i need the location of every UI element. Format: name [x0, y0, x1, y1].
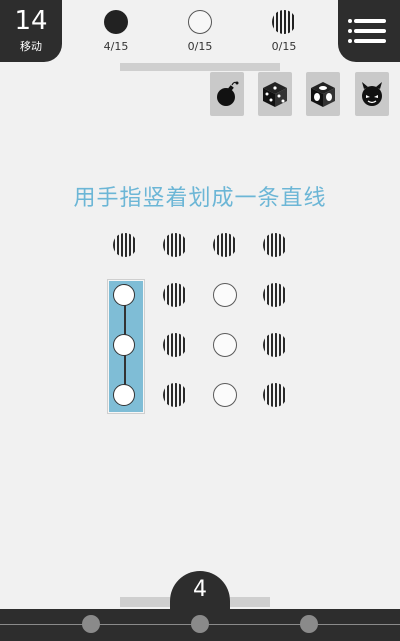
bomb-icon: [217, 81, 239, 106]
bottom-progress-left: [120, 597, 170, 607]
instruction-text: 用手指竖着划成一条直线: [73, 186, 327, 211]
white-dot[interactable]: [213, 333, 237, 357]
striped-dot[interactable]: [263, 233, 287, 257]
goal-striped-value: 0/15: [271, 40, 297, 53]
demon-tool-button[interactable]: [355, 72, 389, 116]
goal-black: 4/15: [86, 10, 146, 53]
black-dot-icon: [104, 10, 128, 34]
cube-icon: [311, 82, 335, 107]
white-dot[interactable]: [213, 283, 237, 307]
level-slider-knob[interactable]: [191, 615, 209, 633]
striped-dot[interactable]: [263, 333, 287, 357]
striped-dot[interactable]: [163, 233, 187, 257]
selected-dot[interactable]: [113, 284, 135, 306]
menu-button[interactable]: [338, 0, 400, 62]
white-dot[interactable]: [213, 383, 237, 407]
striped-dot[interactable]: [113, 233, 137, 257]
bomb-tool-button[interactable]: [210, 72, 244, 116]
level-indicator: 4: [170, 571, 230, 611]
goal-black-value: 4/15: [103, 40, 129, 53]
level-slider-knob[interactable]: [82, 615, 100, 633]
moves-label: 移动: [20, 40, 42, 53]
striped-dot-icon: [272, 10, 296, 34]
striped-dot[interactable]: [213, 233, 237, 257]
top-progress-track: [120, 63, 280, 71]
goal-striped: 0/15: [254, 10, 314, 53]
moves-count: 14: [14, 6, 48, 36]
goal-white-value: 0/15: [187, 40, 213, 53]
selected-dot[interactable]: [113, 384, 135, 406]
striped-dot[interactable]: [163, 283, 187, 307]
level-slider-knob[interactable]: [300, 615, 318, 633]
demon-icon: [362, 82, 382, 106]
striped-dot[interactable]: [163, 383, 187, 407]
goal-white: 0/15: [170, 10, 230, 53]
striped-dot[interactable]: [263, 283, 287, 307]
bottom-progress-right: [230, 597, 270, 607]
dice-icon: [263, 82, 287, 107]
selected-dot[interactable]: [113, 334, 135, 356]
dice-tool-button[interactable]: [258, 72, 292, 116]
striped-dot[interactable]: [263, 383, 287, 407]
moves-counter: 14 移动: [0, 0, 62, 62]
cube-tool-button[interactable]: [306, 72, 340, 116]
white-dot-icon: [188, 10, 212, 34]
striped-dot[interactable]: [163, 333, 187, 357]
